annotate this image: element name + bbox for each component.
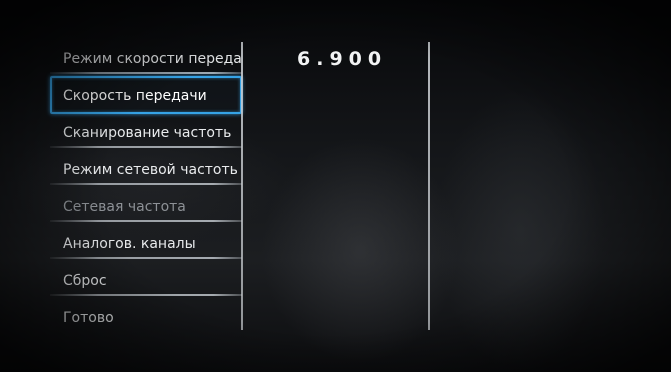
- menu-item-label: Аналогов. каналы: [63, 236, 196, 252]
- column-divider-left: [241, 42, 243, 330]
- menu-item-label: Режим скорости переда: [63, 51, 242, 67]
- menu-item-label: Сканирование частоть: [63, 125, 232, 141]
- menu-item-analog-channels[interactable]: Аналогов. каналы: [50, 227, 242, 259]
- column-divider-right: [428, 42, 430, 330]
- menu-item-label: Готово: [63, 310, 114, 326]
- menu-separator: [50, 220, 242, 222]
- menu-separator: [50, 183, 242, 185]
- menu-item-network-frequency-mode[interactable]: Режим сетевой частоть: [50, 153, 242, 185]
- menu-item-label: Сброс: [63, 273, 107, 289]
- menu-separator: [50, 72, 242, 74]
- settings-menu: Режим скорости переда Скорость передачи …: [50, 42, 242, 332]
- symbol-rate-value[interactable]: 6.900: [297, 48, 387, 70]
- menu-separator: [50, 146, 242, 148]
- menu-separator: [50, 294, 242, 296]
- menu-separator: [50, 257, 242, 259]
- menu-item-network-frequency: Сетевая частота: [50, 190, 242, 222]
- menu-item-symbol-rate-mode[interactable]: Режим скорости переда: [50, 42, 242, 74]
- menu-item-done[interactable]: Готово: [50, 301, 242, 333]
- menu-item-frequency-scan[interactable]: Сканирование частоть: [50, 116, 242, 148]
- menu-item-label: Режим сетевой частоть: [63, 162, 238, 178]
- menu-item-reset[interactable]: Сброс: [50, 264, 242, 296]
- menu-item-label: Сетевая частота: [63, 199, 186, 215]
- menu-item-symbol-rate[interactable]: Скорость передачи: [50, 76, 242, 114]
- menu-item-label: Скорость передачи: [63, 88, 207, 104]
